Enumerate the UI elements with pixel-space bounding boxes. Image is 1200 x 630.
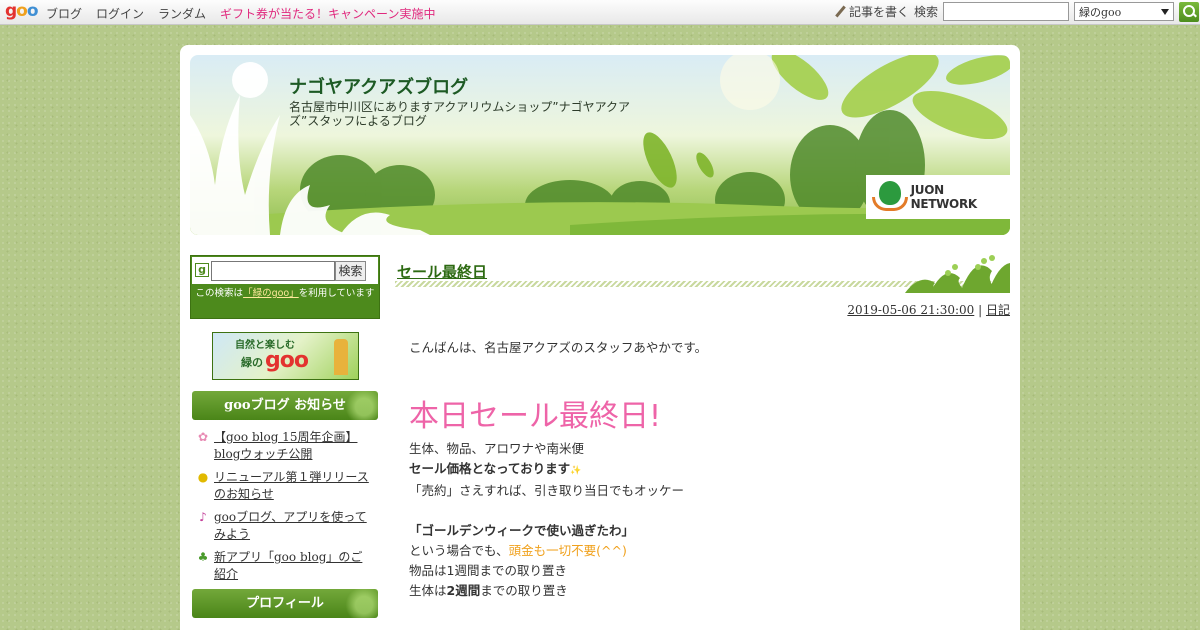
music-note-icon: ♪ [199, 510, 207, 524]
goo-toolbar: goo ブログ ログイン ランダム ギフト券が当たる！キャンペーン実施中 記事を… [0, 0, 1200, 25]
post-line: セール価格となっております✨ [409, 461, 582, 476]
write-article-label: 記事を書く [848, 5, 909, 19]
post-line: 生体、物品、アロワナや南米便 [409, 441, 585, 456]
post-line: 「売約」さえすれば、引き取り当日でもオッケー [409, 483, 685, 498]
goo-g-icon: g [195, 263, 209, 277]
blog-title[interactable]: ナゴヤアクアズブログ [289, 73, 468, 99]
chevron-down-icon [1161, 8, 1169, 15]
search-icon[interactable] [1179, 2, 1199, 22]
juon-network-logo[interactable]: JUON NETWORK [866, 175, 1010, 219]
news-item: ♣ 新アプリ「goo blog」のご紹介 [196, 549, 380, 583]
post-headline: 本日セール最終日! [409, 399, 662, 434]
campaign-link[interactable]: ギフト券が当たる！キャンペーン実施中 [220, 5, 435, 22]
blog-container: ナゴヤアクアズブログ 名古屋市中川区にありますアクアリウムショップ”ナゴヤアクア… [180, 45, 1020, 630]
nav-random-link[interactable]: ランダム [158, 5, 206, 22]
goo-blog-news-heading: gooブログ お知らせ [192, 391, 378, 420]
bulb-icon: ● [197, 470, 209, 484]
blog-post: セール最終日 2019-05-06 21:30:00 | 日記 こんばんは、名古… [395, 255, 1010, 601]
news-link[interactable]: gooブログ、アプリを使ってみよう [214, 509, 374, 543]
nav-blog-link[interactable]: ブログ [46, 5, 82, 22]
post-greeting: こんばんは、名古屋アクアズのスタッフあやかです。 [409, 340, 708, 355]
post-meta: 2019-05-06 21:30:00 | 日記 [847, 303, 1010, 317]
toolbar-search-input[interactable] [943, 2, 1069, 21]
nav-login-link[interactable]: ログイン [96, 5, 144, 22]
post-line: 生体は2週間までの取り置き [409, 583, 568, 598]
news-item: ♪ gooブログ、アプリを使ってみよう [196, 509, 380, 543]
post-body: こんばんは、名古屋アクアズのスタッフあやかです。 本日セール最終日! 生体、物品… [409, 338, 1010, 601]
sidebar-search-note: この検索は「緑のgoo」を利用しています [195, 288, 375, 299]
post-title[interactable]: セール最終日 [397, 261, 487, 282]
post-header: セール最終日 [395, 255, 1010, 293]
news-item: ● リニューアル第１弾リリースのお知らせ [196, 469, 380, 503]
write-article-link[interactable]: 記事を書く [834, 3, 909, 20]
sidebar-search-box: g 検索 この検索は「緑のgoo」を利用しています [190, 255, 380, 319]
flower-icon: ✿ [197, 430, 209, 444]
news-link[interactable]: 新アプリ「goo blog」のご紹介 [214, 549, 374, 583]
search-label: 検索 [913, 5, 938, 19]
giraffe-icon [334, 339, 348, 375]
post-line: 「ゴールデンウィークで使い過ぎたわ」 [409, 523, 635, 538]
juon-network-label: JUON NETWORK [910, 183, 978, 211]
post-line: 物品は1週間までの取り置き [409, 563, 567, 578]
goo-logo[interactable]: goo [5, 2, 39, 20]
blog-header: ナゴヤアクアズブログ 名古屋市中川区にありますアクアリウムショップ”ナゴヤアクア… [190, 55, 1010, 235]
post-line: という場合でも、頭金も一切不要(^^) [409, 543, 627, 558]
toolbar-nav: ブログ ログイン ランダム ギフト券が当たる！キャンペーン実施中 [46, 5, 435, 22]
search-scope-value: 緑のgoo [1079, 5, 1122, 19]
sidebar: g 検索 この検索は「緑のgoo」を利用しています 自然と楽しむ 緑の goo … [190, 255, 380, 618]
clover-icon: ♣ [197, 550, 209, 564]
blog-description: 名古屋市中川区にありますアクアリウムショップ”ナゴヤアクアズ”スタッフによるブロ… [289, 100, 631, 128]
profile-heading: プロフィール [192, 589, 378, 618]
sidebar-search-input[interactable] [211, 261, 335, 281]
news-link[interactable]: 【goo blog 15周年企画】blogウォッチ公開 [214, 429, 374, 463]
news-link[interactable]: リニューアル第１弾リリースのお知らせ [214, 469, 374, 503]
pencil-icon [834, 6, 846, 18]
post-date-link[interactable]: 2019-05-06 21:30:00 [847, 303, 974, 317]
juon-tree-icon [872, 181, 908, 213]
post-category-link[interactable]: 日記 [986, 303, 1010, 317]
toolbar-right: 記事を書く 検索 緑のgoo [834, 2, 1174, 21]
midori-goo-banner[interactable]: 自然と楽しむ 緑の goo [212, 332, 359, 380]
fern-decoration-icon [905, 255, 1010, 293]
midori-goo-link[interactable]: 「緑のgoo」 [243, 288, 299, 299]
search-scope-select[interactable]: 緑のgoo [1074, 2, 1174, 21]
news-item: ✿ 【goo blog 15周年企画】blogウォッチ公開 [196, 429, 380, 463]
sidebar-search-button[interactable]: 検索 [335, 261, 366, 281]
goo-blog-news-list: ✿ 【goo blog 15周年企画】blogウォッチ公開 ● リニューアル第１… [196, 429, 380, 583]
